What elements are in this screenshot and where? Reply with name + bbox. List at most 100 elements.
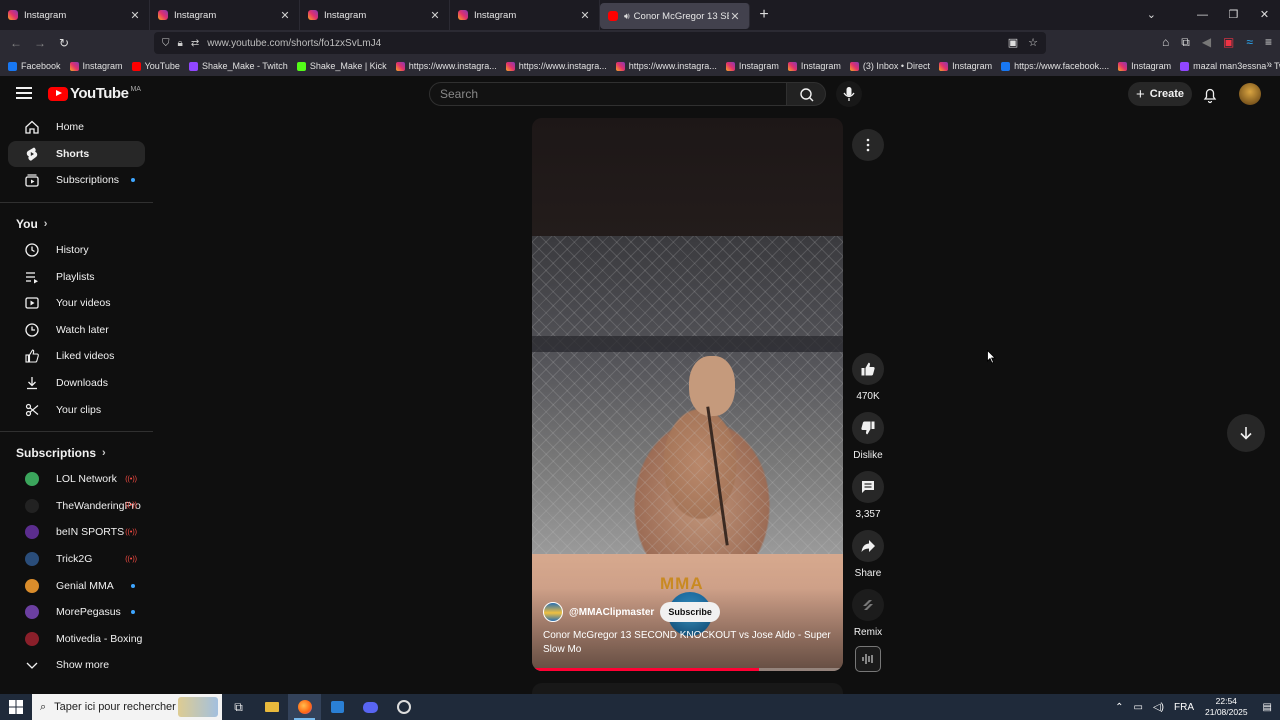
obs-button[interactable] bbox=[387, 694, 420, 720]
progress-bar[interactable] bbox=[532, 668, 843, 671]
sidebar-item-subscriptions[interactable]: Subscriptions bbox=[8, 167, 145, 194]
channel-avatar[interactable] bbox=[543, 602, 563, 622]
sidebar-item-clips[interactable]: Your clips bbox=[8, 396, 145, 423]
sound-button[interactable] bbox=[855, 646, 881, 672]
subscription-channel[interactable]: beIN SPORTS ((•)) bbox=[8, 519, 145, 546]
comments-button[interactable] bbox=[852, 471, 884, 503]
account-avatar[interactable] bbox=[1239, 83, 1261, 105]
extension-badge-icon[interactable]: ▣ bbox=[1223, 35, 1234, 50]
channel-name[interactable]: @MMAClipmaster bbox=[569, 607, 654, 618]
new-tab-button[interactable]: + bbox=[750, 6, 778, 24]
shield-icon[interactable]: ⛉ bbox=[162, 38, 170, 49]
bookmark-item[interactable]: mazal man3essna - Tw... bbox=[1180, 61, 1280, 71]
remix-button[interactable] bbox=[852, 589, 884, 621]
bookmark-item[interactable]: https://www.instagra... bbox=[505, 61, 607, 71]
bookmark-item[interactable]: YouTube bbox=[131, 61, 180, 71]
bookmark-item[interactable]: Shake_Make - Twitch bbox=[188, 61, 288, 71]
browser-tab[interactable]: Instagram ✕ bbox=[0, 0, 150, 30]
subscription-channel[interactable]: TheWanderingPro ((•)) bbox=[8, 493, 145, 520]
bookmark-item[interactable]: Instagram bbox=[725, 61, 779, 71]
close-tab-icon[interactable]: ✕ bbox=[279, 9, 291, 22]
discord-button[interactable] bbox=[354, 694, 387, 720]
bookmark-item[interactable]: Instagram bbox=[1118, 61, 1171, 71]
subscribe-button[interactable]: Subscribe bbox=[660, 602, 720, 622]
extension-icon[interactable]: ≈ bbox=[1246, 35, 1253, 50]
youtube-logo[interactable]: YouTube MA bbox=[48, 85, 141, 102]
back-icon[interactable]: ← bbox=[4, 36, 28, 50]
bookmarks-overflow-icon[interactable]: » bbox=[1266, 59, 1272, 70]
audio-icon[interactable]: ◀ bbox=[1202, 35, 1211, 50]
lock-icon[interactable]: 🔒︎ bbox=[178, 38, 183, 49]
sidebar-item-shorts[interactable]: Shorts bbox=[8, 140, 145, 168]
firefox-button[interactable] bbox=[288, 694, 321, 720]
extensions-icon[interactable]: ⧉ bbox=[1181, 35, 1190, 50]
browser-tab[interactable]: Instagram ✕ bbox=[450, 0, 600, 30]
address-bar[interactable]: ⛉ 🔒︎ ⇄ www.youtube.com/shorts/fo1zxSvLmJ… bbox=[154, 32, 1046, 54]
file-explorer-button[interactable] bbox=[255, 694, 288, 720]
permissions-icon[interactable]: ⇄ bbox=[191, 38, 199, 49]
home-browser-icon[interactable]: ⌂ bbox=[1162, 35, 1169, 50]
bookmark-item[interactable]: Instagram bbox=[939, 61, 992, 71]
bookmark-item[interactable]: Instagram bbox=[69, 61, 123, 71]
subscription-channel[interactable]: LOL Network ((•)) bbox=[8, 466, 145, 493]
sidebar-item-downloads[interactable]: Downloads bbox=[8, 370, 145, 397]
speaker-icon[interactable]: 🔊︎ bbox=[624, 11, 630, 22]
create-button[interactable]: + Create bbox=[1128, 82, 1192, 106]
list-tabs-icon[interactable]: ⌄ bbox=[1147, 0, 1156, 30]
bookmark-item[interactable]: Facebook bbox=[8, 61, 61, 71]
language-indicator[interactable]: FRA bbox=[1174, 702, 1194, 713]
dislike-button[interactable] bbox=[852, 412, 884, 444]
guide-menu-icon[interactable] bbox=[16, 87, 32, 99]
network-icon[interactable]: ▭ bbox=[1134, 702, 1143, 713]
bookmark-item[interactable]: Shake_Make | Kick bbox=[296, 61, 387, 71]
close-window-icon[interactable]: ✕ bbox=[1249, 0, 1280, 30]
start-button[interactable] bbox=[0, 694, 32, 720]
sidebar-item-playlists[interactable]: Playlists bbox=[8, 263, 145, 290]
notifications-icon[interactable]: ▤ bbox=[1263, 702, 1272, 713]
voice-search-button[interactable] bbox=[836, 81, 862, 107]
subscription-channel[interactable]: MorePegasus bbox=[8, 599, 145, 626]
next-short-preview[interactable] bbox=[532, 683, 843, 694]
restore-icon[interactable]: ❐ bbox=[1218, 0, 1249, 30]
browser-tab[interactable]: Instagram ✕ bbox=[150, 0, 300, 30]
notifications-button[interactable] bbox=[1200, 85, 1220, 105]
subscription-channel[interactable]: Trick2G ((•)) bbox=[8, 546, 145, 573]
close-tab-icon[interactable]: ✕ bbox=[579, 9, 591, 22]
volume-icon[interactable]: ◁) bbox=[1153, 702, 1164, 713]
bookmark-item[interactable]: https://www.facebook.... bbox=[1001, 61, 1109, 71]
store-button[interactable] bbox=[321, 694, 354, 720]
subscription-channel[interactable]: Genial MMA bbox=[8, 572, 145, 599]
minimize-icon[interactable]: — bbox=[1187, 0, 1218, 30]
bookmark-star-icon[interactable]: ☆ bbox=[1028, 36, 1038, 49]
taskbar-search[interactable]: ⌕ Taper ici pour rechercher bbox=[32, 694, 222, 720]
reload-icon[interactable]: ↻ bbox=[52, 36, 76, 50]
picture-in-picture-icon[interactable]: ▣ bbox=[1008, 36, 1018, 49]
forward-icon[interactable]: → bbox=[28, 36, 52, 50]
bookmark-item[interactable]: Instagram bbox=[787, 61, 841, 71]
sidebar-item-watch-later[interactable]: Watch later bbox=[8, 317, 145, 344]
short-title[interactable]: Conor McGregor 13 SECOND KNOCKOUT vs Jos… bbox=[543, 629, 833, 656]
close-tab-icon[interactable]: ✕ bbox=[729, 10, 741, 23]
like-button[interactable] bbox=[852, 353, 884, 385]
sidebar-you-heading[interactable]: You › bbox=[0, 211, 155, 237]
sidebar-item-history[interactable]: History bbox=[8, 237, 145, 264]
subscription-channel[interactable]: Motivedia - Boxing bbox=[8, 626, 145, 653]
sidebar-item-home[interactable]: Home bbox=[8, 114, 145, 141]
menu-icon[interactable]: ≡ bbox=[1265, 35, 1272, 50]
task-view-button[interactable]: ⧉ bbox=[222, 694, 255, 720]
tray-overflow-icon[interactable]: ⌃ bbox=[1115, 702, 1123, 713]
next-short-button[interactable] bbox=[1227, 414, 1265, 452]
clock[interactable]: 22:54 21/08/2025 bbox=[1205, 696, 1248, 718]
sidebar-item-liked-videos[interactable]: Liked videos bbox=[8, 343, 145, 370]
shorts-player[interactable]: MMA @MMAClipmaster Subscribe Conor McGre… bbox=[532, 118, 843, 671]
close-tab-icon[interactable]: ✕ bbox=[429, 9, 441, 22]
sidebar-item-your-videos[interactable]: Your videos bbox=[8, 290, 145, 317]
show-more-button[interactable]: Show more bbox=[8, 652, 145, 679]
browser-tab-active[interactable]: 🔊︎ Conor McGregor 13 SECON ✕ bbox=[600, 3, 750, 29]
close-tab-icon[interactable]: ✕ bbox=[129, 9, 141, 22]
more-options-button[interactable] bbox=[852, 129, 884, 161]
search-input[interactable]: Search bbox=[429, 82, 787, 106]
share-button[interactable] bbox=[852, 530, 884, 562]
bookmark-item[interactable]: https://www.instagra... bbox=[395, 61, 497, 71]
bookmark-item[interactable]: (3) Inbox • Direct bbox=[849, 61, 930, 71]
